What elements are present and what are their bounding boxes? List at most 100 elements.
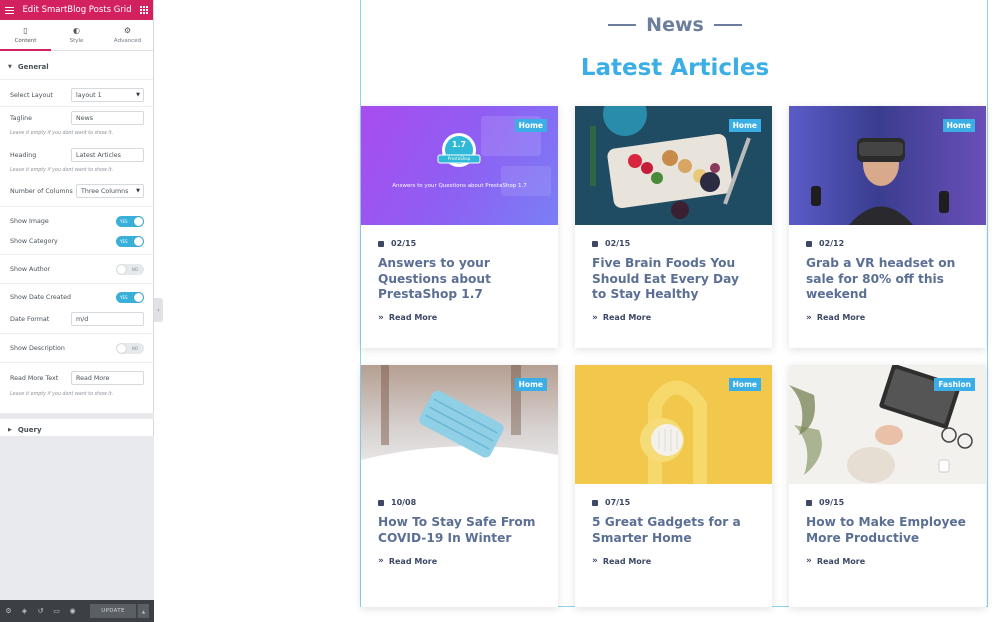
image-caption: Answers to your Questions about PrestaSh… [392, 183, 527, 189]
category-badge[interactable]: Fashion [934, 378, 975, 391]
select-value: layout 1 [76, 91, 102, 99]
hamburger-icon[interactable] [5, 6, 14, 14]
double-chevron-right-icon: » [378, 312, 384, 323]
show-description-row: Show Description NO [10, 343, 144, 354]
read-more-text: Read More [602, 313, 652, 322]
post-image[interactable]: Home [575, 365, 772, 484]
tagline-line-right [713, 24, 742, 26]
read-more-link[interactable]: » Read More [378, 556, 541, 566]
settings-icon[interactable]: ⚙ [4, 607, 13, 615]
image-brand: PrestaShop [447, 156, 471, 161]
post-title[interactable]: Answers to your Questions about PrestaSh… [378, 256, 541, 303]
select-layout-dropdown[interactable]: layout 1 ▼ [71, 88, 144, 102]
input-value: Read More [76, 374, 110, 382]
post-title[interactable]: How to Make Employee More Productive [806, 515, 969, 546]
preview-widget: News Latest Articles 1.7 PrestaShop Answ… [360, 0, 988, 607]
show-category-row: Show Category YES [10, 236, 144, 247]
double-chevron-right-icon: » [592, 312, 598, 323]
post-image[interactable]: Home [575, 106, 772, 225]
panel-footer: ⚙ ◈ ↺ ▭ ◉ UPDATE ▲ [0, 600, 154, 622]
collapse-panel-icon[interactable]: ‹ [154, 298, 163, 322]
history-icon[interactable]: ↺ [36, 607, 45, 615]
post-date: 10/08 [378, 498, 541, 507]
toggle-state: YES [120, 219, 128, 224]
heading-input[interactable]: Latest Articles [71, 148, 144, 162]
category-badge[interactable]: Home [514, 378, 547, 391]
post-image[interactable]: 1.7 PrestaShop Answers to your Questions… [361, 106, 558, 225]
post-title[interactable]: How To Stay Safe From COVID-19 In Winter [378, 515, 541, 546]
heading-label: Heading [10, 151, 37, 159]
image-version: 1.7 [451, 140, 467, 149]
read-more-link[interactable]: » Read More [592, 313, 755, 323]
responsive-icon[interactable]: ▭ [52, 607, 61, 615]
eye-icon[interactable]: ◉ [68, 607, 77, 615]
widgets-grid-icon[interactable] [140, 6, 148, 14]
double-chevron-right-icon: » [806, 312, 812, 323]
read-more-text: Read More [602, 556, 652, 566]
calendar-icon [806, 499, 812, 506]
post-title[interactable]: Five Brain Foods You Should Eat Every Da… [592, 256, 755, 303]
calendar-icon [806, 240, 812, 247]
section-general-toggle[interactable]: ▼ General [0, 55, 153, 80]
update-button[interactable]: UPDATE [90, 604, 136, 618]
caret-right-icon: ▶ [8, 427, 12, 433]
show-date-label: Show Date Created [10, 294, 71, 301]
category-badge[interactable]: Home [728, 119, 761, 132]
post-image[interactable]: Home [361, 365, 558, 484]
caret-down-icon: ▼ [8, 64, 12, 70]
panel-empty-area [0, 436, 154, 600]
post-date: 09/15 [806, 498, 969, 507]
post-image[interactable]: Fashion [789, 365, 986, 484]
post-date: 07/15 [592, 498, 755, 507]
chevron-down-icon: ▼ [136, 92, 140, 98]
date-format-input[interactable]: m/d [71, 312, 144, 326]
show-category-label: Show Category [10, 238, 58, 245]
post-card: Home 07/15 5 Great Gadgets for a Smarter… [575, 365, 772, 607]
layers-icon[interactable]: ◈ [20, 607, 29, 615]
toggle-state: YES [120, 239, 128, 244]
post-image[interactable]: Home [789, 106, 986, 225]
post-card: 1.7 PrestaShop Answers to your Questions… [361, 106, 558, 348]
tab-style[interactable]: ◐ Style [51, 20, 102, 50]
read-more-link[interactable]: » Read More [806, 313, 969, 323]
post-title[interactable]: Grab a VR headset on sale for 80% off th… [806, 256, 969, 303]
tab-advanced[interactable]: ⚙ Advanced [102, 20, 153, 50]
show-category-toggle[interactable]: YES [116, 236, 144, 247]
category-badge[interactable]: Home [728, 378, 761, 391]
show-date-toggle[interactable]: YES [116, 292, 144, 303]
category-badge[interactable]: Home [514, 119, 547, 132]
show-image-toggle[interactable]: YES [116, 216, 144, 227]
category-badge[interactable]: Home [942, 119, 975, 132]
post-body: 10/08 How To Stay Safe From COVID-19 In … [361, 484, 558, 607]
post-body: 02/12 Grab a VR headset on sale for 80% … [789, 225, 986, 348]
divider [0, 206, 154, 207]
read-more-label: Read More Text [10, 374, 59, 382]
update-options-icon[interactable]: ▲ [137, 604, 149, 618]
tab-content[interactable]: ▯ Content [0, 20, 51, 51]
toggle-state: NO [131, 267, 138, 272]
post-body: 02/15 Five Brain Foods You Should Eat Ev… [575, 225, 772, 348]
calendar-icon [378, 240, 384, 247]
show-description-toggle[interactable]: NO [116, 343, 144, 354]
date-text: 02/15 [605, 239, 631, 248]
tagline-input[interactable]: News [71, 111, 144, 125]
tagline-hint: Leave it empty if you dont want to show … [10, 131, 114, 136]
read-more-link[interactable]: » Read More [806, 556, 969, 566]
columns-label: Number of Columns [10, 187, 73, 195]
read-more-link[interactable]: » Read More [592, 556, 755, 566]
show-date-row: Show Date Created YES [10, 292, 144, 303]
date-text: 07/15 [605, 498, 631, 507]
columns-dropdown[interactable]: Three Columns ▼ [76, 184, 144, 198]
panel-header: Edit SmartBlog Posts Grid [0, 0, 153, 20]
divider [0, 106, 154, 107]
read-more-input[interactable]: Read More [71, 371, 144, 385]
widget-tagline: News [361, 14, 989, 36]
show-author-toggle[interactable]: NO [116, 264, 144, 275]
read-more-link[interactable]: » Read More [378, 313, 541, 323]
show-image-row: Show Image YES [10, 216, 144, 227]
read-more-row: Read More Text Read More [10, 371, 144, 385]
date-text: 10/08 [391, 498, 417, 507]
date-text: 02/12 [819, 239, 845, 248]
post-card: Home 02/12 Grab a VR headset on sale for… [789, 106, 986, 348]
post-title[interactable]: 5 Great Gadgets for a Smarter Home [592, 515, 755, 546]
